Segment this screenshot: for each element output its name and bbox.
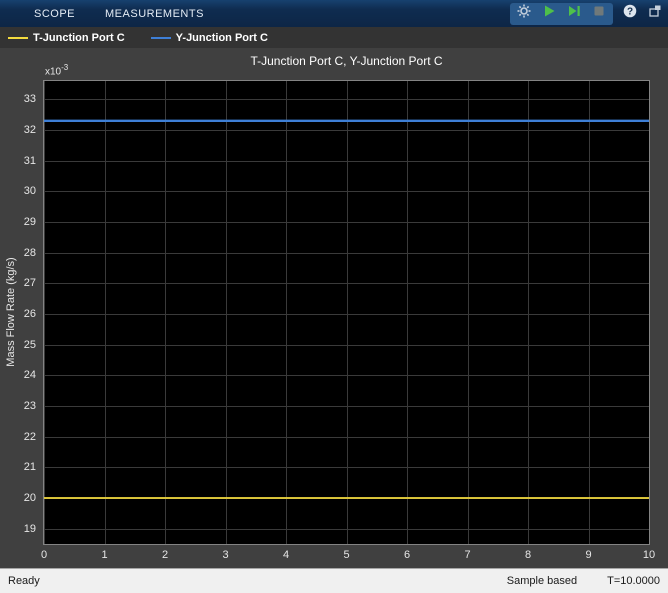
legend-item[interactable]: Y-Junction Port C [151,32,268,44]
y-tick-label: 28 [24,247,36,259]
plot-axes[interactable] [43,80,650,545]
legend-bar: T-Junction Port C Y-Junction Port C [0,27,668,48]
toolstrip-tabs: SCOPE MEASUREMENTS [34,0,204,27]
dock-icon [647,3,663,24]
scope-window: SCOPE MEASUREMENTS [0,0,668,593]
y-tick-label: 33 [24,93,36,105]
status-state: Ready [8,575,40,587]
y-tick-label: 22 [24,431,36,443]
legend-item[interactable]: T-Junction Port C [8,32,125,44]
x-tick-label: 3 [222,549,228,561]
y-tick-label: 24 [24,369,36,381]
help-button[interactable]: ? [622,6,638,22]
x-tick-label: 6 [404,549,410,561]
y-tick-label: 21 [24,461,36,473]
x-tick-label: 4 [283,549,289,561]
y-tick-label: 31 [24,155,36,167]
legend-label: Y-Junction Port C [176,32,268,44]
y-tick-label: 23 [24,400,36,412]
y-tick-labels: 19 20 21 22 23 24 25 26 27 28 29 30 31 32 33 [0,81,39,544]
x-tick-label: 5 [343,549,349,561]
legend-label: T-Junction Port C [33,32,125,44]
step-forward-button[interactable] [566,6,582,22]
help-icon: ? [622,3,638,24]
x-tick-label: 0 [41,549,47,561]
dock-button[interactable] [647,6,663,22]
stop-icon [591,3,607,24]
plot-region: T-Junction Port C, Y-Junction Port C x10… [0,48,668,568]
y-tick-label: 20 [24,492,36,504]
svg-text:?: ? [627,7,633,18]
x-tick-label: 1 [101,549,107,561]
tab-scope[interactable]: SCOPE [34,8,75,20]
status-sample-mode: Sample based [507,575,577,587]
y-axis-exponent: x10-3 [45,63,68,77]
y-tick-label: 25 [24,339,36,351]
toolbar-quick-access: ? [510,0,663,27]
y-tick-label: 29 [24,216,36,228]
legend-swatch-icon [8,37,28,39]
y-tick-label: 19 [24,523,36,535]
x-tick-label: 8 [525,549,531,561]
x-tick-labels: 012345678910 [44,549,649,563]
y-tick-label: 30 [24,185,36,197]
plot-title: T-Junction Port C, Y-Junction Port C [43,54,650,68]
y-tick-label: 32 [24,124,36,136]
settings-icon [516,3,532,24]
run-button[interactable] [541,6,557,22]
plot-canvas[interactable] [44,81,649,544]
step-forward-icon [566,3,582,24]
simulation-controls-group [510,3,613,25]
toolstrip: SCOPE MEASUREMENTS [0,0,668,27]
stop-button[interactable] [591,6,607,22]
status-right: Sample based T=10.0000 [507,575,660,587]
y-tick-label: 26 [24,308,36,320]
y-tick-label: 27 [24,277,36,289]
tab-measurements[interactable]: MEASUREMENTS [105,8,204,20]
settings-button[interactable] [516,6,532,22]
x-tick-label: 10 [643,549,655,561]
status-bar: Ready Sample based T=10.0000 [0,568,668,593]
run-icon [541,3,557,24]
status-sim-time: T=10.0000 [607,575,660,587]
x-tick-label: 7 [464,549,470,561]
x-tick-label: 2 [162,549,168,561]
x-tick-label: 9 [585,549,591,561]
legend-swatch-icon [151,37,171,39]
